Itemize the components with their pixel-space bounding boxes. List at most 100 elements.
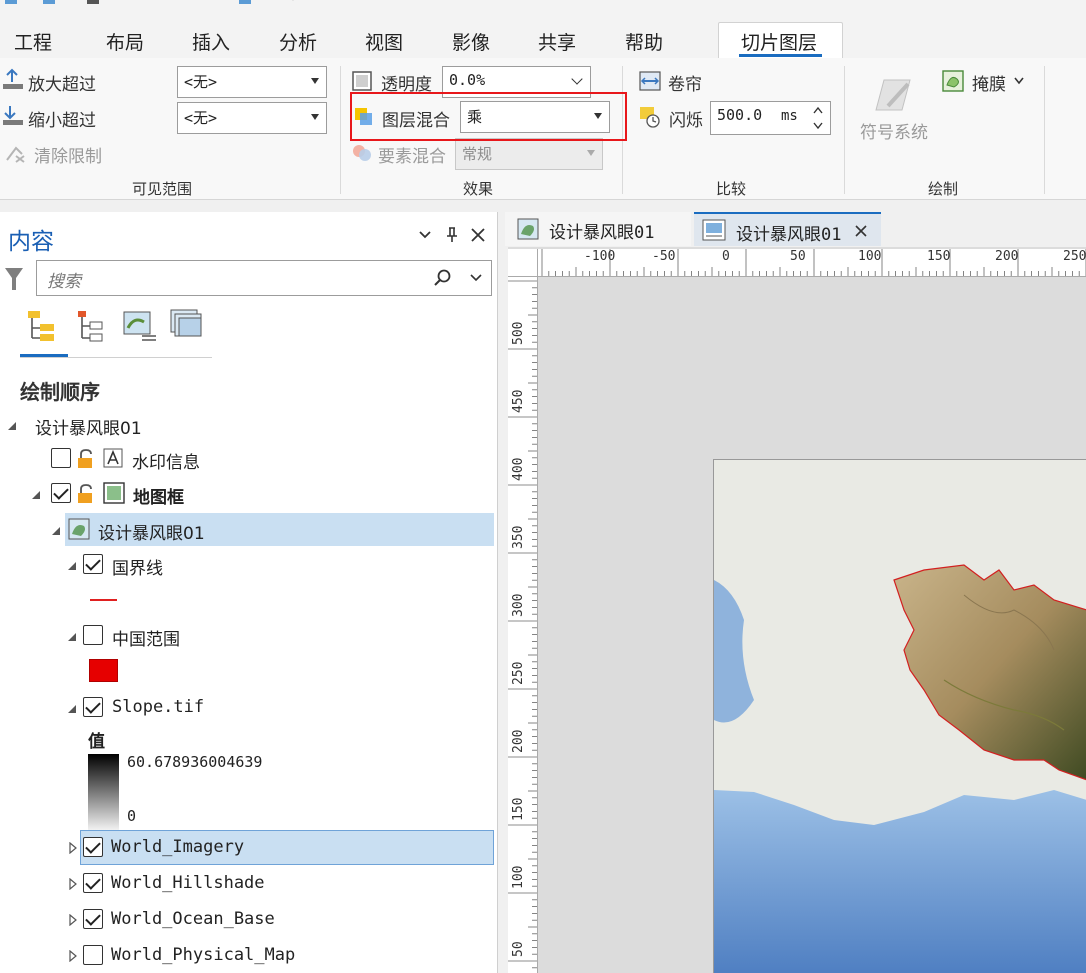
ruler-label: 100 — [511, 865, 526, 889]
save-icon[interactable] — [86, 0, 102, 6]
layout-page[interactable] — [713, 459, 1086, 973]
zoom-in-beyond-select[interactable]: <无> — [177, 66, 327, 98]
vertical-ruler[interactable]: 500 450 400 350 300 250 200 150 100 50 — [508, 277, 538, 973]
ruler-label: 400 — [511, 457, 526, 481]
lock-icon[interactable] — [75, 483, 97, 505]
expand-triangle-icon[interactable] — [68, 950, 78, 962]
tree-map-root[interactable]: 设计暴风眼01 — [0, 410, 498, 440]
collapse-triangle-icon[interactable] — [30, 489, 42, 501]
undo-icon[interactable] — [126, 0, 142, 6]
tab-project[interactable]: 工程 — [14, 28, 52, 55]
annotation-highlight-box — [350, 92, 627, 141]
layer-row-world-imagery[interactable]: World_Imagery — [0, 833, 498, 863]
collapse-triangle-icon[interactable] — [6, 420, 18, 432]
view-tab-map[interactable]: 设计暴风眼01 — [505, 212, 691, 246]
layer-visibility-checkbox[interactable] — [83, 873, 103, 893]
expand-triangle-icon[interactable] — [68, 914, 78, 926]
pin-icon[interactable] — [443, 226, 461, 244]
clear-limits-button[interactable]: 清除限制 — [34, 142, 102, 167]
tab-layout[interactable]: 布局 — [106, 28, 144, 55]
layer-row-slope[interactable]: Slope.tif — [0, 693, 498, 723]
tab-imagery[interactable]: 影像 — [452, 28, 490, 55]
close-icon[interactable] — [854, 224, 868, 238]
redo-icon[interactable] — [176, 0, 192, 6]
collapse-triangle-icon[interactable] — [50, 525, 62, 537]
chevron-down-icon[interactable] — [469, 271, 483, 285]
layer-row-world-hillshade[interactable]: World_Hillshade — [0, 869, 498, 899]
chevron-down-icon[interactable] — [416, 226, 434, 244]
layer-visibility-checkbox[interactable] — [51, 448, 71, 468]
flicker-interval-input[interactable]: 500.0 ms — [710, 101, 831, 135]
mask-icon — [942, 70, 964, 92]
collapse-triangle-icon[interactable] — [66, 703, 78, 715]
ruler-label: 200 — [511, 729, 526, 753]
layer-visibility-checkbox[interactable] — [51, 483, 71, 503]
list-by-snapping-icon[interactable] — [169, 308, 205, 344]
tab-tile-layer[interactable]: 切片图层 — [741, 28, 817, 55]
group-label-effects: 效果 — [463, 180, 494, 198]
group-label-visible-range: 可见范围 — [132, 180, 193, 198]
ruler-label: 100 — [858, 249, 882, 264]
layer-row-china-extent[interactable]: 中国范围 — [0, 621, 498, 651]
spinner-icon[interactable] — [812, 105, 824, 131]
layer-visibility-checkbox[interactable] — [83, 837, 103, 857]
filter-icon[interactable] — [4, 266, 24, 292]
layer-row-world-ocean-base[interactable]: World_Ocean_Base — [0, 905, 498, 935]
zoom-out-beyond-select[interactable]: <无> — [177, 102, 327, 134]
view-tab-layout-label: 设计暴风眼01 — [736, 225, 842, 245]
new-project-icon[interactable] — [4, 0, 20, 6]
layer-visibility-checkbox[interactable] — [83, 554, 103, 574]
mask-button[interactable]: 掩膜 — [972, 70, 1006, 95]
layer-row-borders[interactable]: 国界线 — [0, 550, 498, 580]
layer-row-world-physical-map[interactable]: World_Physical_Map — [0, 941, 498, 971]
view-tab-layout[interactable]: 设计暴风眼01 — [694, 212, 881, 246]
layer-visibility-checkbox[interactable] — [83, 909, 103, 929]
layer-label-borders: 国界线 — [112, 559, 163, 579]
search-input[interactable]: 搜索 — [36, 260, 492, 296]
symbology-button[interactable]: 符号系统 — [860, 118, 928, 143]
layer-visibility-checkbox[interactable] — [83, 697, 103, 717]
chevron-down-icon[interactable] — [285, 0, 301, 6]
layer-visibility-checkbox[interactable] — [83, 625, 103, 645]
map-frame[interactable] — [714, 460, 1086, 973]
lock-icon[interactable] — [75, 448, 97, 470]
list-by-selection-icon[interactable] — [122, 308, 158, 344]
tab-view[interactable]: 视图 — [365, 28, 403, 55]
chevron-down-icon[interactable] — [1013, 76, 1025, 86]
collapse-triangle-icon[interactable] — [66, 560, 78, 572]
feature-blend-select[interactable]: 常规 — [455, 138, 603, 170]
tab-insert[interactable]: 插入 — [192, 28, 230, 55]
tab-share[interactable]: 共享 — [538, 28, 576, 55]
feature-blend-icon — [353, 145, 371, 161]
tab-help[interactable]: 帮助 — [625, 28, 663, 55]
horizontal-ruler[interactable]: -100 -50 0 50 100 150 200 250 — [538, 249, 1086, 277]
collapse-triangle-icon[interactable] — [66, 631, 78, 643]
ruler-label: -100 — [584, 249, 616, 264]
expand-triangle-icon[interactable] — [68, 878, 78, 890]
layer-visibility-checkbox[interactable] — [83, 945, 103, 965]
group-separator — [340, 66, 341, 194]
flicker-icon — [640, 107, 660, 128]
feature-blend-label: 要素混合 — [378, 147, 446, 167]
line-symbol-swatch[interactable] — [90, 599, 117, 601]
contents-header: 内容 — [0, 212, 498, 258]
customize-icon[interactable] — [238, 0, 254, 6]
layer-row-map[interactable]: 设计暴风眼01 — [0, 515, 498, 545]
stretch-ramp-swatch[interactable] — [88, 754, 119, 834]
open-project-icon[interactable] — [42, 0, 58, 6]
close-icon[interactable] — [469, 226, 487, 244]
list-by-drawing-order-icon[interactable] — [24, 308, 60, 344]
tab-analysis[interactable]: 分析 — [279, 28, 317, 55]
list-by-source-icon[interactable] — [74, 308, 110, 344]
zoom-out-beyond-label: 缩小超过 — [28, 111, 96, 131]
layer-row-map-frame[interactable]: 地图框 — [0, 479, 498, 509]
ruler-label: 50 — [511, 941, 526, 957]
layer-label-world-physical-map: World_Physical_Map — [111, 945, 296, 965]
search-icon[interactable] — [433, 268, 453, 288]
expand-triangle-icon[interactable] — [68, 842, 78, 854]
layer-row-watermark[interactable]: 水印信息 — [0, 444, 498, 474]
swipe-button[interactable]: 卷帘 — [668, 70, 702, 95]
fill-symbol-swatch[interactable] — [89, 659, 118, 682]
ruler-label: 500 — [511, 321, 526, 345]
quick-access-toolbar — [0, 0, 1086, 10]
